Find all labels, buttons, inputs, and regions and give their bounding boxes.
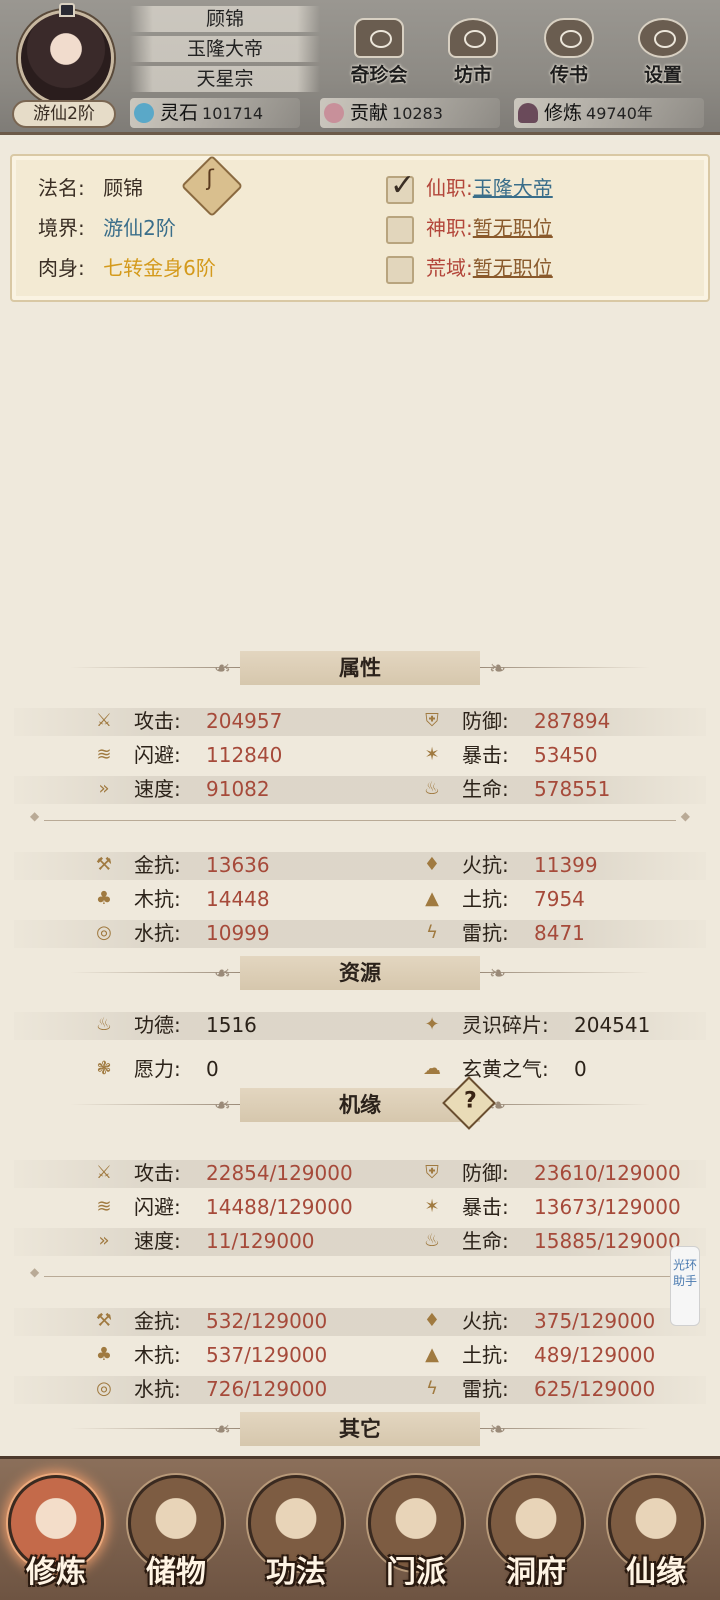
- wind-icon: ≋: [96, 1196, 112, 1217]
- attack-icon: ⚔: [95, 1162, 113, 1183]
- realm-badge: 游仙2阶: [12, 100, 116, 128]
- divider: ◆: [30, 1265, 690, 1282]
- tree-icon: ♣: [95, 888, 113, 909]
- water-swirl-icon: ◎: [96, 922, 112, 943]
- nav-fortune[interactable]: 仙缘: [600, 1475, 712, 1595]
- divine-post-checkbox[interactable]: [386, 216, 414, 244]
- crown-icon: [59, 3, 75, 17]
- speed-icon: »: [98, 778, 110, 799]
- fire-icon: ♦: [423, 1310, 441, 1331]
- shield-icon: ⛨: [425, 710, 439, 731]
- fire-icon: ♦: [423, 854, 441, 875]
- immortal-post-link[interactable]: 玉隆大帝: [473, 176, 553, 200]
- stat-band: [14, 920, 706, 948]
- player-name: 顾锦: [130, 6, 320, 32]
- top-header: 游仙2阶 顾锦 玉隆大帝 天星宗 奇珍会 坊市 传书 设置 灵石 101714 贡…: [0, 0, 720, 135]
- spirit-stone-icon: [134, 103, 154, 123]
- nav-cultivate[interactable]: 修炼: [0, 1475, 112, 1595]
- section-title-attributes: 属性: [60, 651, 660, 685]
- character-info-card: 法名: 顾锦 ʃ 境界: 游仙2阶 肉身: 七转金身6阶 ✓ 仙职:玉隆大帝 神…: [10, 154, 710, 302]
- assistant-side-tab[interactable]: 光环助手: [670, 1246, 700, 1326]
- tree-icon: ♣: [95, 1344, 113, 1365]
- speed-icon: »: [98, 1230, 110, 1251]
- contribution-counter: 贡献 10283: [320, 98, 500, 128]
- life-flame-icon: ♨: [423, 1230, 441, 1251]
- pavilion-icon: [354, 18, 404, 58]
- lightning-icon: ϟ: [426, 922, 438, 943]
- message-button[interactable]: 传书: [534, 18, 604, 86]
- treasure-fair-button[interactable]: 奇珍会: [344, 18, 414, 86]
- player-avatar-area[interactable]: 游仙2阶: [8, 3, 126, 128]
- divider: ◆: [30, 809, 690, 826]
- settings-button[interactable]: 设置: [628, 18, 698, 86]
- qi-cloud-icon: ☁: [423, 1058, 441, 1079]
- scroll-icon: [544, 18, 594, 58]
- water-swirl-icon: ◎: [96, 1378, 112, 1399]
- resource-bar: 灵石 101714 贡献 10283 修炼 49740年: [130, 98, 710, 128]
- nav-sect[interactable]: 门派: [360, 1475, 472, 1595]
- cultivation-time-counter: 修炼 49740年: [514, 98, 704, 128]
- wild-domain-checkbox[interactable]: [386, 256, 414, 284]
- nav-storage[interactable]: 储物: [120, 1475, 232, 1595]
- sword-icon: ⚒: [95, 1310, 113, 1331]
- immortal-post-checkbox[interactable]: ✓: [386, 168, 415, 204]
- contribution-icon: [324, 103, 344, 123]
- player-title: 玉隆大帝: [130, 36, 320, 62]
- gear-icon: [638, 18, 688, 58]
- wish-icon: ❃: [96, 1058, 112, 1079]
- nav-cave[interactable]: 洞府: [480, 1475, 592, 1595]
- wild-domain-row: 荒域:暂无职位: [426, 256, 553, 280]
- section-title-resources: 资源: [60, 956, 660, 990]
- mountain-icon: ▲: [425, 1344, 439, 1365]
- dharma-name-row: 法名: 顾锦: [38, 176, 144, 200]
- section-title-fortune: 机缘: [60, 1088, 660, 1122]
- nav-skills[interactable]: 功法: [240, 1475, 352, 1595]
- meditation-icon: [518, 103, 538, 123]
- life-flame-icon: ♨: [423, 778, 441, 799]
- player-sect: 天星宗: [130, 66, 320, 92]
- merit-icon: ♨: [95, 1014, 113, 1035]
- crit-icon: ✶: [424, 744, 440, 765]
- wild-domain-link[interactable]: 暂无职位: [473, 256, 553, 280]
- immortal-post-row: 仙职:玉隆大帝: [426, 176, 553, 200]
- yin-yang-icon: [448, 18, 498, 58]
- crit-icon: ✶: [424, 1196, 440, 1217]
- avatar[interactable]: [18, 3, 114, 106]
- bottom-nav: 修炼 储物 功法 门派 洞府 仙缘: [0, 1456, 720, 1600]
- section-title-other: 其它: [60, 1412, 660, 1446]
- identity-column: 顾锦 玉隆大帝 天星宗: [130, 6, 320, 96]
- sword-icon: ⚒: [95, 854, 113, 875]
- realm-row: 境界: 游仙2阶: [38, 216, 176, 240]
- shard-icon: ✦: [424, 1014, 440, 1035]
- attack-icon: ⚔: [95, 710, 113, 731]
- shield-icon: ⛨: [425, 1162, 439, 1183]
- divine-post-row: 神职:暂无职位: [426, 216, 553, 240]
- stat-band: [14, 852, 706, 880]
- body-row: 肉身: 七转金身6阶: [38, 256, 216, 280]
- mountain-icon: ▲: [425, 888, 439, 909]
- wind-icon: ≋: [96, 744, 112, 765]
- spirit-stone-counter: 灵石 101714: [130, 98, 300, 128]
- lightning-icon: ϟ: [426, 1378, 438, 1399]
- edit-name-icon[interactable]: ʃ: [180, 154, 244, 218]
- divine-post-link[interactable]: 暂无职位: [473, 216, 553, 240]
- market-button[interactable]: 坊市: [438, 18, 508, 86]
